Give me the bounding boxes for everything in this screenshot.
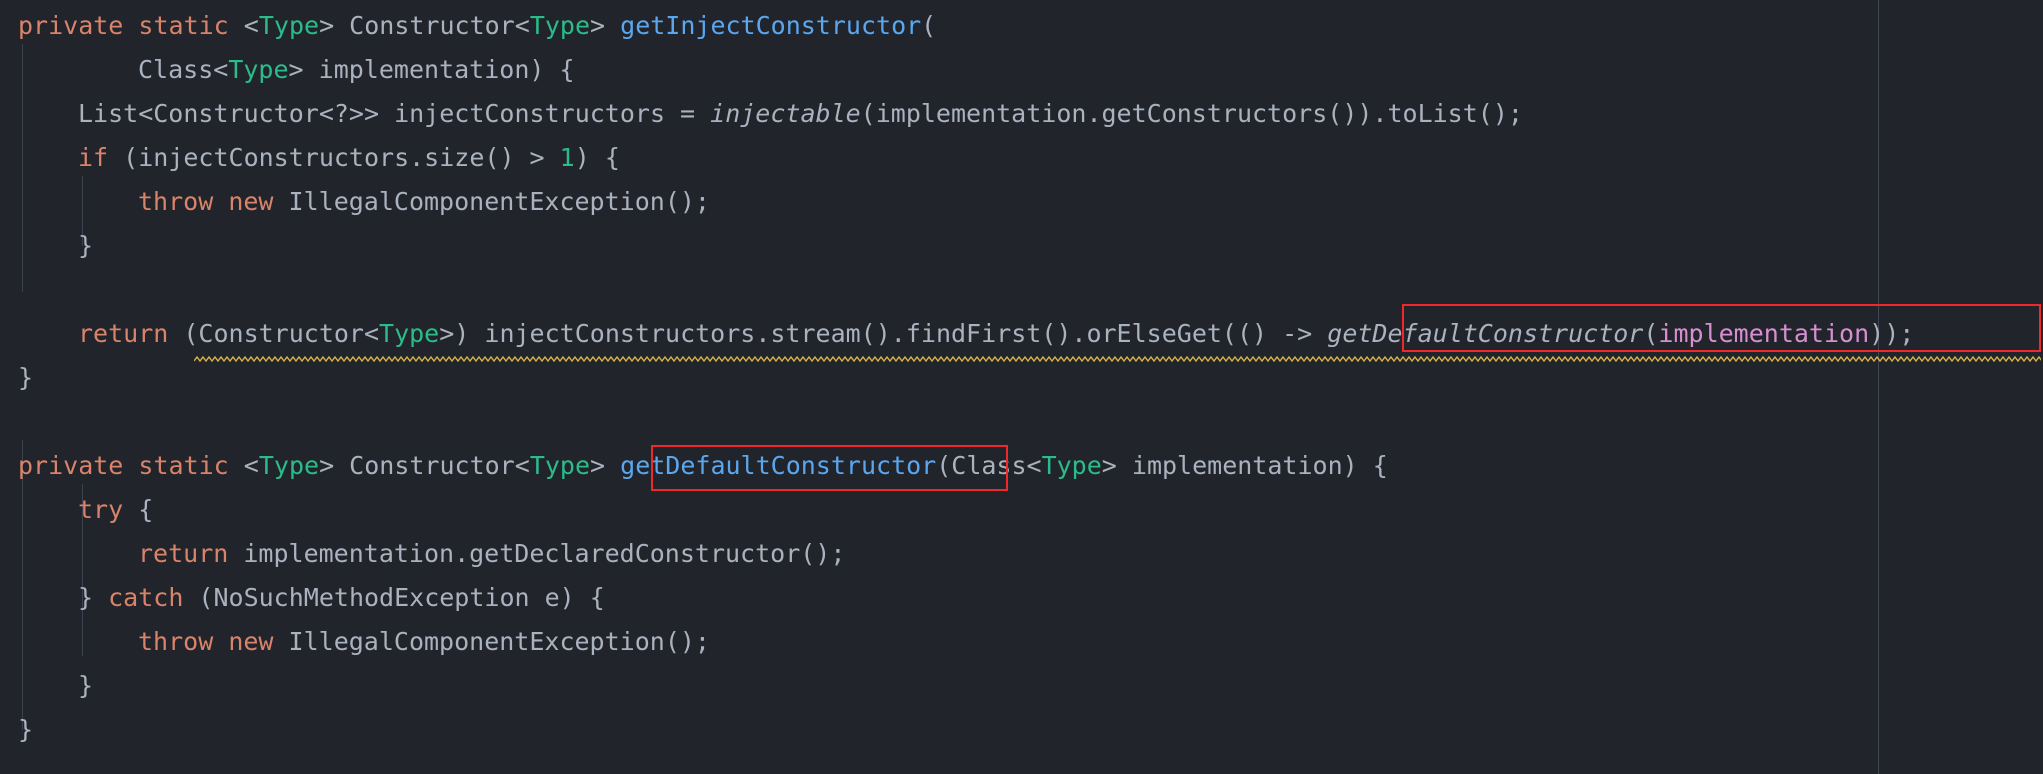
code-token: throw <box>138 627 213 656</box>
code-token: catch <box>108 583 183 612</box>
code-token: > <box>319 11 349 40</box>
code-line-content: return (Constructor<Type>) injectConstru… <box>78 319 1914 348</box>
code-token: IllegalComponentException(); <box>273 187 710 216</box>
code-token: implementation <box>1658 319 1869 348</box>
code-token: >) injectConstructors.stream().findFirst… <box>439 319 1327 348</box>
code-line-content: } <box>18 715 33 744</box>
code-token: Constructor <box>349 451 515 480</box>
code-token: )); <box>1869 319 1914 348</box>
code-line-content: if (injectConstructors.size() > 1) { <box>78 143 620 172</box>
code-token: < <box>515 11 530 40</box>
code-token: Type <box>1042 451 1102 480</box>
code-line[interactable]: throw new IllegalComponentException(); <box>0 620 2043 664</box>
code-line[interactable]: private static <Type> Constructor<Type> … <box>0 4 2043 48</box>
code-token: } <box>78 583 108 612</box>
code-token: (Class< <box>936 451 1041 480</box>
code-token: 1 <box>560 143 575 172</box>
code-token: (NoSuchMethodException e) { <box>183 583 604 612</box>
code-token: try <box>78 495 123 524</box>
code-token: Type <box>259 451 319 480</box>
code-line-content: } catch (NoSuchMethodException e) { <box>78 583 605 612</box>
code-line[interactable]: try { <box>0 488 2043 532</box>
code-line[interactable]: } <box>0 664 2043 708</box>
code-token: Class <box>138 55 213 84</box>
code-line-content: throw new IllegalComponentException(); <box>138 187 710 216</box>
code-token: Type <box>259 11 319 40</box>
code-token: if <box>78 143 108 172</box>
code-token: ( <box>1643 319 1658 348</box>
code-token: throw <box>138 187 213 216</box>
warning-squiggle-1 <box>194 347 2041 353</box>
code-token: < <box>515 451 530 480</box>
code-token: (injectConstructors.size() > <box>108 143 560 172</box>
code-token: static <box>138 11 228 40</box>
code-token: Type <box>228 55 288 84</box>
code-line[interactable]: return implementation.getDeclaredConstru… <box>0 532 2043 576</box>
code-line-content: } <box>78 671 93 700</box>
code-token: getDefaultConstructor <box>1327 319 1643 348</box>
code-token: getInjectConstructor <box>620 11 921 40</box>
code-line[interactable]: List<Constructor<?>> injectConstructors … <box>0 92 2043 136</box>
code-token: (Constructor< <box>168 319 379 348</box>
code-line-content: private static <Type> Constructor<Type> … <box>18 11 936 40</box>
code-token: new <box>228 627 273 656</box>
code-line-content: private static <Type> Constructor<Type> … <box>18 451 1388 480</box>
code-token: static <box>138 451 228 480</box>
code-token: } <box>78 231 93 260</box>
code-token <box>123 451 138 480</box>
code-line[interactable]: private static <Type> Constructor<Type> … <box>0 444 2043 488</box>
code-line[interactable] <box>0 268 2043 312</box>
code-line-content: try { <box>78 495 153 524</box>
code-line[interactable]: } <box>0 224 2043 268</box>
code-token: { <box>123 495 153 524</box>
code-line-content: List<Constructor<?>> injectConstructors … <box>78 99 1523 128</box>
code-token: getDefaultConstructor <box>620 451 936 480</box>
code-token: Type <box>530 11 590 40</box>
code-line[interactable]: Class<Type> implementation) { <box>0 48 2043 92</box>
code-line-content: } <box>18 363 33 392</box>
code-token: IllegalComponentException(); <box>273 627 710 656</box>
code-token: (implementation.getConstructors()).toLis… <box>861 99 1523 128</box>
code-token: } <box>18 715 33 744</box>
code-token <box>213 627 228 656</box>
code-token: private <box>18 11 123 40</box>
code-line[interactable]: } catch (NoSuchMethodException e) { <box>0 576 2043 620</box>
code-text-area[interactable]: private static <Type> Constructor<Type> … <box>0 0 2043 774</box>
code-token: < <box>229 11 259 40</box>
code-token: < <box>229 451 259 480</box>
code-token: } <box>78 671 93 700</box>
code-line-content: throw new IllegalComponentException(); <box>138 627 710 656</box>
code-line-content: } <box>78 231 93 260</box>
code-line[interactable] <box>0 400 2043 444</box>
code-line-content: return implementation.getDeclaredConstru… <box>138 539 845 568</box>
code-token: Type <box>530 451 590 480</box>
code-token: implementation.getDeclaredConstructor(); <box>228 539 845 568</box>
code-line[interactable]: } <box>0 356 2043 400</box>
code-token <box>213 187 228 216</box>
code-token: > <box>590 11 620 40</box>
code-token: return <box>138 539 228 568</box>
code-token: ) { <box>575 143 620 172</box>
code-token: > <box>319 451 349 480</box>
code-token: > implementation) { <box>1102 451 1388 480</box>
code-token: private <box>18 451 123 480</box>
code-line[interactable]: if (injectConstructors.size() > 1) { <box>0 136 2043 180</box>
code-line[interactable]: } <box>0 708 2043 752</box>
code-token <box>123 11 138 40</box>
code-token: > <box>590 451 620 480</box>
code-token: injectable <box>710 99 861 128</box>
code-token: Constructor <box>349 11 515 40</box>
code-token: < <box>213 55 228 84</box>
code-editor-viewport: private static <Type> Constructor<Type> … <box>0 0 2043 774</box>
code-token: ( <box>921 11 936 40</box>
code-line[interactable]: throw new IllegalComponentException(); <box>0 180 2043 224</box>
code-token: Type <box>379 319 439 348</box>
code-token: } <box>18 363 33 392</box>
code-token: List<Constructor<?>> injectConstructors … <box>78 99 710 128</box>
code-line-content: Class<Type> implementation) { <box>138 55 575 84</box>
code-token: > implementation) { <box>289 55 575 84</box>
code-token: new <box>228 187 273 216</box>
code-token: return <box>78 319 168 348</box>
